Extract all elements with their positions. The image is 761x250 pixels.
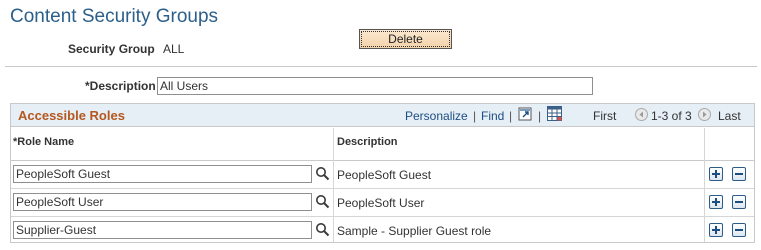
lookup-icon[interactable] — [315, 194, 330, 209]
table-row: Sample - Supplier Guest role — [11, 217, 754, 245]
security-group-value: ALL — [163, 42, 185, 56]
grid-header: Accessible Roles Personalize | Find | | … — [11, 104, 754, 127]
role-description: Sample - Supplier Guest role — [337, 224, 492, 238]
security-group-label: Security Group — [68, 42, 155, 56]
last-link[interactable]: Last — [718, 109, 741, 123]
delete-row-icon[interactable] — [732, 167, 746, 181]
add-row-icon[interactable] — [709, 195, 723, 209]
grid-view-icon[interactable] — [547, 106, 562, 121]
role-description: PeopleSoft Guest — [337, 168, 432, 182]
zoom-icon[interactable] — [518, 107, 532, 121]
role-name-input[interactable] — [13, 193, 312, 211]
find-link[interactable]: Find — [481, 109, 504, 123]
delete-button[interactable]: Delete — [359, 29, 452, 49]
next-arrow-icon[interactable] — [698, 108, 711, 121]
personalize-link[interactable]: Personalize — [405, 109, 468, 123]
table-row: PeopleSoft Guest — [11, 161, 754, 189]
description-label: *Description — [85, 79, 156, 93]
add-row-icon[interactable] — [709, 223, 723, 237]
delete-row-icon[interactable] — [732, 223, 746, 237]
role-name-input[interactable] — [13, 165, 312, 183]
accessible-roles-grid: Accessible Roles Personalize | Find | | … — [10, 103, 755, 243]
row-range: 1-3 of 3 — [651, 109, 692, 123]
first-link[interactable]: First — [593, 109, 616, 123]
page-title: Content Security Groups — [10, 6, 219, 27]
delete-row-icon[interactable] — [732, 195, 746, 209]
lookup-icon[interactable] — [315, 222, 330, 237]
previous-arrow-icon[interactable] — [635, 108, 648, 121]
lookup-icon[interactable] — [315, 166, 330, 181]
role-name-input[interactable] — [13, 221, 312, 239]
table-row: PeopleSoft User — [11, 189, 754, 217]
column-header-role-name: *Role Name — [13, 136, 75, 148]
role-description: PeopleSoft User — [337, 196, 425, 210]
nav-separator: | — [538, 109, 542, 123]
divider — [5, 66, 757, 67]
column-header-row: *Role Name Description — [11, 128, 754, 161]
description-input[interactable] — [157, 77, 593, 95]
column-header-description: Description — [337, 136, 398, 148]
grid-title: Accessible Roles — [18, 108, 125, 123]
add-row-icon[interactable] — [709, 167, 723, 181]
nav-separator: | — [509, 109, 513, 123]
nav-separator: | — [473, 109, 477, 123]
